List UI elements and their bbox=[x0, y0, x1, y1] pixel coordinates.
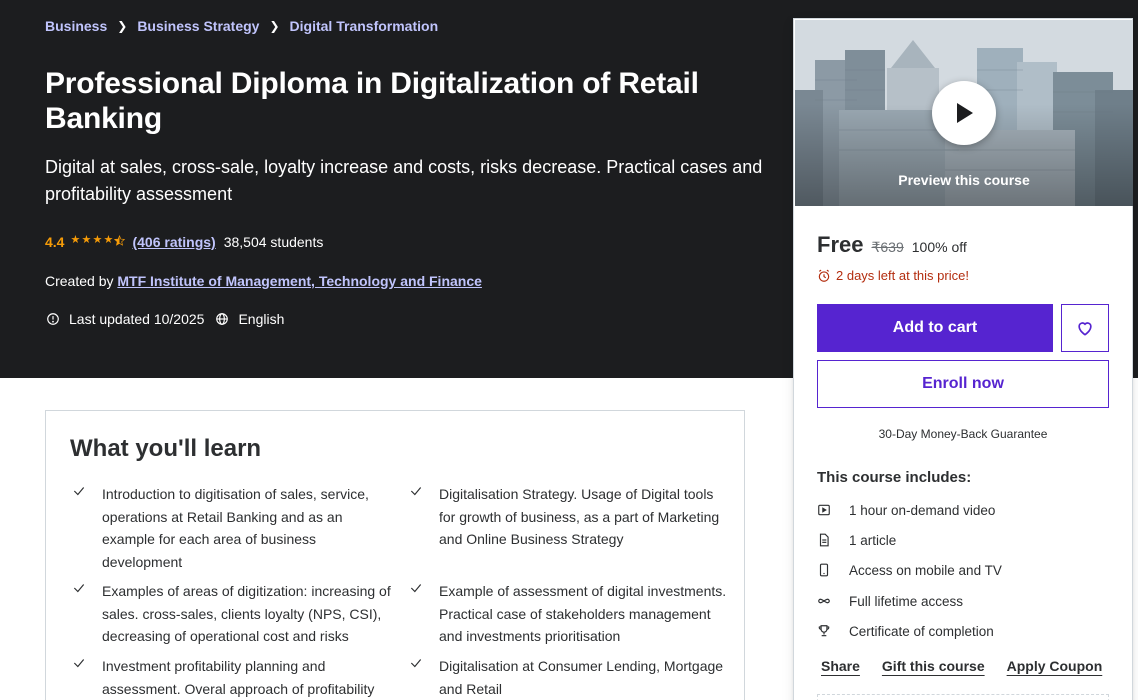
meta-row: Last updated 10/2025 English bbox=[45, 310, 284, 328]
rating-stars: ★ ★ ★ ★ bbox=[70, 234, 126, 249]
share-link[interactable]: Share bbox=[821, 658, 860, 674]
breadcrumb: Business ❯ Business Strategy ❯ Digital T… bbox=[45, 17, 438, 35]
alert-clock-icon bbox=[45, 311, 61, 327]
list-item: Introduction to digitisation of sales, s… bbox=[73, 483, 392, 573]
star-half-icon bbox=[114, 235, 126, 249]
check-icon bbox=[73, 659, 85, 668]
check-icon bbox=[410, 487, 422, 496]
preview-label: Preview this course bbox=[898, 172, 1030, 188]
breadcrumb-business[interactable]: Business bbox=[45, 18, 107, 34]
play-button[interactable] bbox=[932, 81, 996, 145]
learn-item-text: Digitalisation at Consumer Lending, Mort… bbox=[439, 658, 724, 697]
include-item-lifetime: Full lifetime access bbox=[817, 592, 963, 610]
gift-course-link[interactable]: Gift this course bbox=[882, 658, 985, 674]
creator-link[interactable]: MTF Institute of Management, Technology … bbox=[117, 273, 482, 289]
deadline-text: 2 days left at this price! bbox=[836, 268, 969, 283]
price-row: Free ₹639 100% off bbox=[817, 232, 967, 258]
course-language: English bbox=[238, 311, 285, 327]
infinity-icon bbox=[817, 594, 831, 608]
breadcrumb-business-strategy[interactable]: Business Strategy bbox=[137, 18, 259, 34]
check-icon bbox=[410, 584, 422, 593]
check-icon bbox=[73, 584, 85, 593]
trophy-icon bbox=[817, 624, 831, 638]
money-back-guarantee: 30-Day Money-Back Guarantee bbox=[878, 427, 1048, 441]
original-price: ₹639 bbox=[871, 239, 904, 255]
page-title: Professional Diploma in Digitalization o… bbox=[45, 67, 699, 135]
card-actions: Share Gift this course Apply Coupon bbox=[821, 658, 1124, 674]
students-count: 38,504 students bbox=[223, 234, 324, 250]
ratings-link[interactable]: (406 ratings) bbox=[132, 234, 215, 250]
includes-title: This course includes: bbox=[817, 469, 972, 486]
chevron-right-icon: ❯ bbox=[269, 19, 280, 33]
list-item: Digitalisation at Consumer Lending, Mort… bbox=[410, 655, 729, 700]
add-to-cart-button[interactable]: Add to cart bbox=[817, 304, 1053, 352]
include-item-text: Certificate of completion bbox=[849, 623, 994, 639]
enroll-now-button[interactable]: Enroll now bbox=[817, 360, 1109, 408]
play-icon bbox=[957, 103, 973, 123]
video-icon bbox=[817, 503, 831, 517]
check-icon bbox=[73, 487, 85, 496]
star-full-icon: ★ bbox=[103, 234, 114, 246]
learn-item-text: Digitalisation Strategy. Usage of Digita… bbox=[439, 486, 720, 547]
check-icon bbox=[410, 659, 422, 668]
last-updated: Last updated 10/2025 bbox=[69, 311, 205, 327]
course-preview[interactable]: Preview this course bbox=[795, 20, 1133, 206]
mobile-icon bbox=[817, 563, 831, 577]
list-item: Investment profitability planning and as… bbox=[73, 655, 392, 700]
include-item-article: 1 article bbox=[817, 531, 896, 549]
include-item-text: 1 article bbox=[849, 532, 897, 548]
include-item-certificate: Certificate of completion bbox=[817, 622, 994, 640]
include-item-text: 1 hour on-demand video bbox=[849, 502, 996, 518]
star-full-icon: ★ bbox=[81, 234, 92, 246]
chevron-right-icon: ❯ bbox=[117, 19, 128, 33]
rating-value: 4.4 bbox=[45, 234, 65, 250]
learn-item-text: Examples of areas of digitization: incre… bbox=[102, 583, 391, 644]
globe-icon bbox=[214, 311, 230, 327]
current-price: Free bbox=[817, 232, 864, 257]
alarm-clock-icon bbox=[817, 269, 831, 283]
learn-item-text: Introduction to digitisation of sales, s… bbox=[102, 486, 369, 570]
learn-item-text: Investment profitability planning and as… bbox=[102, 658, 375, 697]
breadcrumb-digital-transformation[interactable]: Digital Transformation bbox=[290, 18, 439, 34]
list-item: Examples of areas of digitization: incre… bbox=[73, 580, 392, 648]
list-item: Example of assessment of digital investm… bbox=[410, 580, 729, 648]
list-item: Digitalisation Strategy. Usage of Digita… bbox=[410, 483, 729, 551]
coupon-box bbox=[817, 694, 1109, 700]
include-item-mobile: Access on mobile and TV bbox=[817, 561, 1002, 579]
star-full-icon: ★ bbox=[92, 234, 103, 246]
wishlist-button[interactable] bbox=[1061, 304, 1109, 352]
star-full-icon: ★ bbox=[70, 234, 81, 246]
discount-percent: 100% off bbox=[911, 239, 967, 255]
created-by-label: Created by bbox=[45, 273, 118, 289]
learn-title: What you'll learn bbox=[70, 435, 262, 462]
creator-row: Created by MTF Institute of Management, … bbox=[45, 273, 482, 291]
rating-row: 4.4 ★ ★ ★ ★ (406 ratings) 38,504 student… bbox=[45, 233, 323, 251]
file-icon bbox=[817, 533, 831, 547]
include-item-video: 1 hour on-demand video bbox=[817, 501, 995, 519]
include-item-text: Access on mobile and TV bbox=[849, 562, 1002, 578]
include-item-text: Full lifetime access bbox=[849, 593, 964, 609]
learn-item-text: Example of assessment of digital investm… bbox=[439, 583, 727, 644]
purchase-card: Preview this course Free ₹639 100% off 2… bbox=[793, 18, 1133, 700]
course-subtitle: Digital at sales, cross-sale, loyalty in… bbox=[45, 157, 763, 204]
deadline-row: 2 days left at this price! bbox=[817, 268, 969, 283]
what-you-learn-box: What you'll learn Introduction to digiti… bbox=[45, 410, 745, 700]
heart-icon bbox=[1078, 322, 1092, 336]
apply-coupon-link[interactable]: Apply Coupon bbox=[1007, 658, 1103, 674]
